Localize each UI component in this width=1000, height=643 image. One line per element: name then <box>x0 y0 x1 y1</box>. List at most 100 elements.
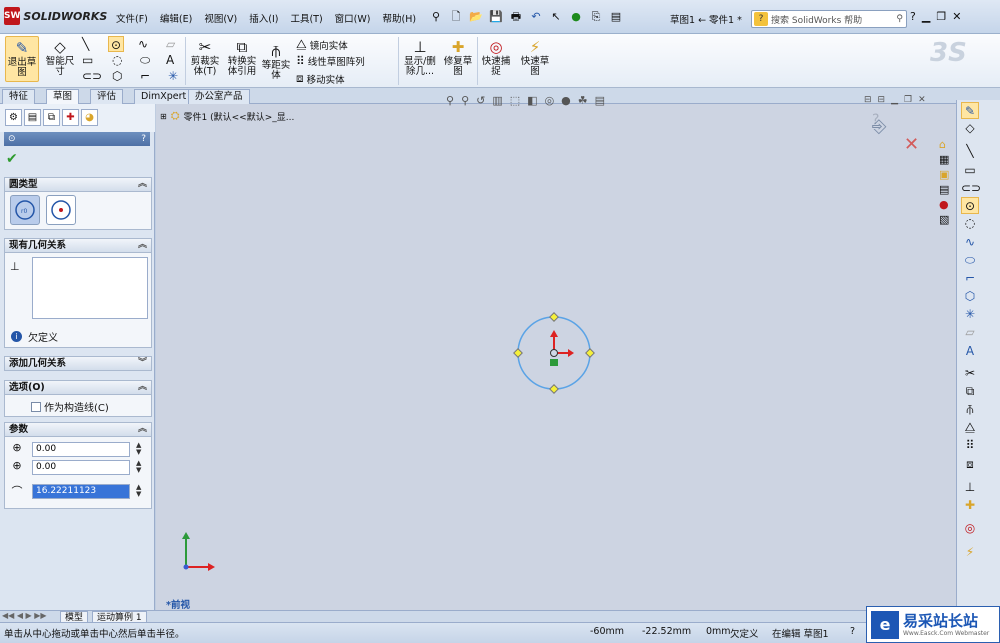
smart-dimension-button[interactable]: ◇ 智能尺 寸 <box>43 38 77 77</box>
expand-icon[interactable]: ⊞ <box>160 112 167 121</box>
slot-tool-icon[interactable]: ⊂⊃ <box>82 68 102 84</box>
fillet-side-icon[interactable]: ⌐ <box>961 270 979 287</box>
mirror-side-icon[interactable]: ⧋ <box>961 419 979 436</box>
viewport-restore-icon[interactable]: ❐ <box>904 95 912 105</box>
tab-features[interactable]: 特征 <box>2 89 36 104</box>
configuration-icon[interactable]: ⧉ <box>43 109 60 126</box>
panel-help-icon[interactable]: ? <box>141 132 146 146</box>
circle-side-icon[interactable]: ⊙ <box>961 197 979 214</box>
sketch-circle[interactable] <box>510 309 600 399</box>
slot-side-icon[interactable]: ⊂⊃ <box>961 180 981 197</box>
property-manager-icon[interactable]: ▤ <box>24 109 41 126</box>
relations-side-icon[interactable]: ⊥ <box>961 479 979 496</box>
menu-edit[interactable]: 编辑(E) <box>154 9 198 27</box>
circle-handle-left[interactable] <box>513 348 523 358</box>
move-entities-button[interactable]: ⧈ 移动实体 <box>296 71 345 86</box>
relations-list[interactable] <box>32 257 148 319</box>
search-icon[interactable]: ⚲ <box>896 14 903 24</box>
spline-tool-icon[interactable]: ∿ <box>138 36 148 52</box>
minimize-icon[interactable]: ▁ <box>922 10 930 23</box>
center-y-field[interactable] <box>32 459 130 475</box>
restore-icon[interactable]: ❐ <box>936 10 946 23</box>
previous-view-icon[interactable]: ↺ <box>476 94 485 107</box>
appearances-icon[interactable]: ● <box>939 198 955 211</box>
view-palette-icon[interactable]: ▤ <box>939 183 955 196</box>
status-help-icon[interactable]: ? <box>850 626 855 637</box>
print-icon[interactable]: 🖶 <box>508 9 524 25</box>
hide-show-icon[interactable]: ◎ <box>545 94 555 107</box>
plane-side-icon[interactable]: ▱ <box>961 324 979 341</box>
center-circle-option[interactable]: r0 <box>10 195 40 225</box>
split-view-2-icon[interactable]: ⊟ <box>878 95 886 105</box>
tab-scroll-arrows[interactable]: ◀◀ ◀ ▶ ▶▶ <box>2 611 47 620</box>
menu-insert[interactable]: 插入(I) <box>243 9 284 27</box>
offset-side-icon[interactable]: ⫚ <box>961 401 979 418</box>
rectangle-tool-icon[interactable]: ▭ <box>82 52 93 68</box>
rapid-sketch-side-icon[interactable]: ⚡ <box>961 544 979 561</box>
pattern-side-icon[interactable]: ⠿ <box>961 437 979 454</box>
circle-tool-icon[interactable]: ⊙ <box>108 36 125 52</box>
display-manager-icon[interactable]: ◕ <box>81 109 98 126</box>
plane-icon[interactable]: ▱ <box>166 36 175 52</box>
ellipse-tool-icon[interactable]: ⬭ <box>140 52 150 68</box>
section-view-icon[interactable]: ▥ <box>492 94 502 107</box>
help-icon[interactable]: ? <box>910 10 916 23</box>
circle-handle-bottom[interactable] <box>549 384 559 394</box>
arc-tool-icon[interactable]: ◌ <box>112 52 122 68</box>
offset-entities-button[interactable]: ⫚ 等距实 体 <box>260 42 292 81</box>
dimxpert-icon[interactable]: ✚ <box>62 109 79 126</box>
display-delete-relations-button[interactable]: ⊥ 显示/删 除几... <box>401 38 439 77</box>
menu-help[interactable]: 帮助(H) <box>376 9 422 27</box>
file-explorer-icon[interactable]: ▣ <box>939 168 955 181</box>
exit-sketch-button[interactable]: ✎ 退出草 图 <box>5 36 39 82</box>
repair-side-icon[interactable]: ✚ <box>961 497 979 514</box>
tab-evaluate[interactable]: 评估 <box>90 89 124 104</box>
help-search-field[interactable]: ? 搜索 SolidWorks 帮助 ⚲ <box>751 10 907 28</box>
repair-sketch-button[interactable]: ✚ 修复草 图 <box>441 38 475 77</box>
radius-spinner[interactable]: ▲ ▼ <box>136 484 141 498</box>
circle-center-point[interactable] <box>550 349 558 357</box>
close-icon[interactable]: ✕ <box>952 10 961 23</box>
collapse-chevron-icon[interactable]: ︽ <box>138 381 147 394</box>
rapid-sketch-button[interactable]: ⚡ 快速草 图 <box>517 38 553 77</box>
center-x-spinner[interactable]: ▲ ▼ <box>136 442 141 456</box>
radius-field[interactable] <box>32 483 130 499</box>
rebuild-traffic-light-icon[interactable]: ● <box>568 9 584 25</box>
view-orientation-icon[interactable]: ⬚ <box>510 94 520 107</box>
pin-icon[interactable]: ⚲ <box>428 9 444 25</box>
sketch-icon[interactable]: ✎ <box>961 102 979 119</box>
arc-side-icon[interactable]: ◌ <box>961 215 979 232</box>
point-side-icon[interactable]: ✳ <box>961 306 979 323</box>
design-library-icon[interactable]: ▦ <box>939 153 955 166</box>
mirror-entities-button[interactable]: ⧋ 镜向实体 <box>296 37 348 52</box>
options-icon[interactable]: ▤ <box>608 9 624 25</box>
menu-window[interactable]: 窗口(W) <box>329 9 377 27</box>
viewport-close-icon[interactable]: ✕ <box>918 95 926 105</box>
zoom-area-icon[interactable]: ⚲ <box>461 94 469 107</box>
line-tool-icon[interactable]: ╲ <box>82 36 89 52</box>
quick-snaps-side-icon[interactable]: ◎ <box>961 520 979 537</box>
view-settings-icon[interactable]: ▤ <box>595 94 605 107</box>
collapse-chevron-icon[interactable]: ︽ <box>138 239 147 252</box>
open-folder-icon[interactable]: 📂 <box>468 9 484 25</box>
text-side-icon[interactable]: A <box>961 343 979 360</box>
trim-entities-button[interactable]: ✂ 剪裁实 体(T) <box>187 38 223 77</box>
ellipse-side-icon[interactable]: ⬭ <box>961 252 979 269</box>
circle-handle-right[interactable] <box>585 348 595 358</box>
collapse-chevron-icon[interactable]: ︽ <box>138 423 147 436</box>
tab-office-products[interactable]: 办公室产品 <box>188 89 250 104</box>
select-cursor-icon[interactable]: ↖ <box>548 9 564 25</box>
confirm-sketch-icon[interactable]: ⎆ <box>872 116 886 137</box>
smart-dimension-side-icon[interactable]: ◇ <box>961 120 979 137</box>
ok-checkmark-icon[interactable]: ✔ <box>6 151 18 167</box>
existing-relations-header[interactable]: 现有几何关系 ︽ <box>4 238 152 253</box>
save-icon[interactable]: 💾 <box>488 9 504 25</box>
convert-entities-button[interactable]: ⧉ 转换实 体引用 <box>224 38 260 77</box>
menu-tools[interactable]: 工具(T) <box>284 9 328 27</box>
circle-type-header[interactable]: 圆类型 ︽ <box>4 177 152 192</box>
scene-icon[interactable]: ☘ <box>578 94 588 107</box>
collapse-chevron-icon[interactable]: ︾ <box>138 357 147 370</box>
appearance-icon[interactable]: ● <box>561 94 571 107</box>
text-tool-icon[interactable]: A <box>166 52 174 68</box>
zoom-to-fit-icon[interactable]: ⚲ <box>446 94 454 107</box>
